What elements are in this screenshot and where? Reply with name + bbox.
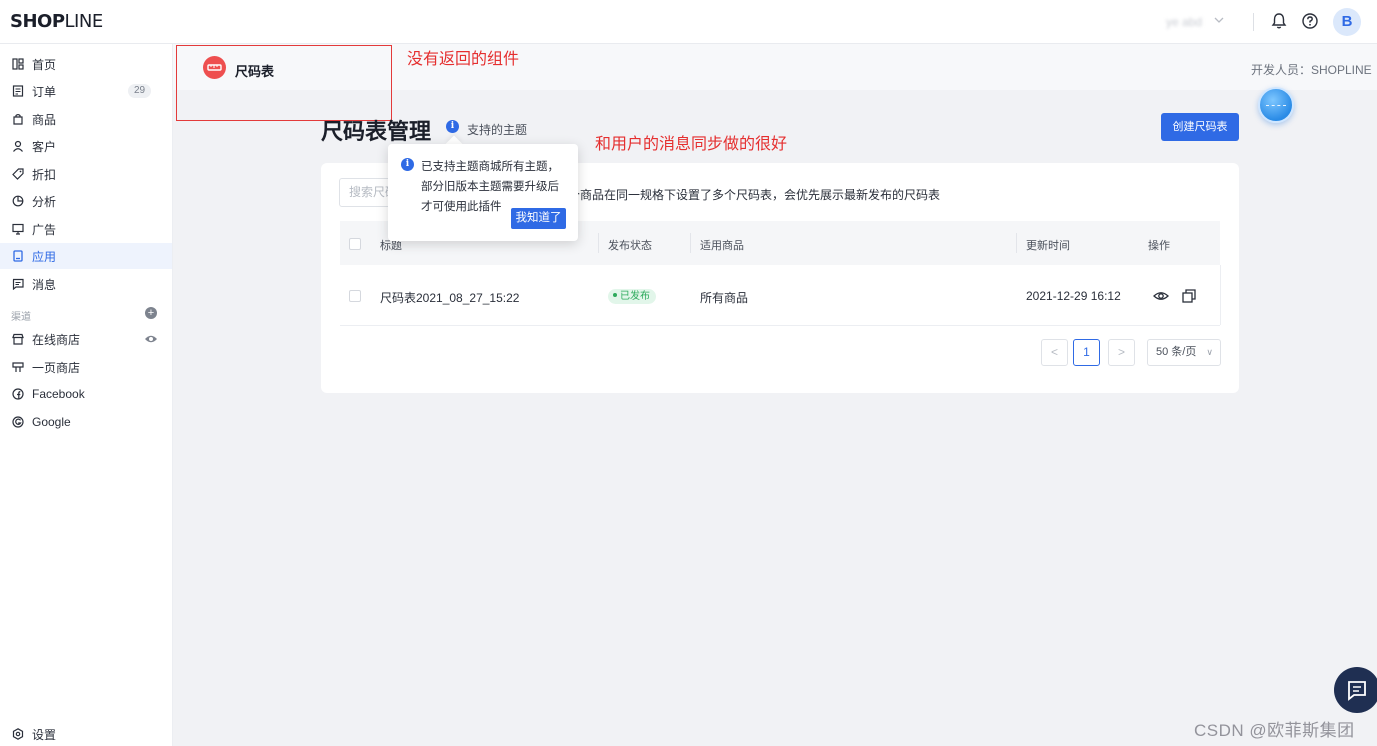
- analytics-icon: [12, 195, 24, 207]
- google-icon: [12, 416, 24, 428]
- sidebar-item-analytics[interactable]: 分析: [0, 188, 172, 214]
- customer-icon: [13, 140, 23, 152]
- sidebar-item-orders[interactable]: 订单 29: [0, 78, 172, 104]
- column-divider: [1016, 233, 1017, 253]
- chat-support-button[interactable]: [1334, 667, 1377, 713]
- size-chart-hint: 个商品在同一规格下设置了多个尺码表，会优先展示最新发布的尺码表: [568, 188, 941, 202]
- sidebar-item-messages[interactable]: 消息: [0, 271, 172, 297]
- sidebar-item-apps[interactable]: 应用: [0, 243, 172, 269]
- home-icon: [12, 58, 24, 70]
- sidebar-item-customers[interactable]: 客户: [0, 133, 172, 159]
- page-1-button[interactable]: 1: [1073, 339, 1100, 366]
- row-border: [1220, 265, 1221, 325]
- eye-icon[interactable]: [144, 333, 158, 345]
- help-icon[interactable]: [1301, 12, 1319, 30]
- product-icon: [13, 114, 23, 125]
- column-header-status: 发布状态: [608, 240, 652, 252]
- sidebar-item-label: Google: [32, 415, 71, 429]
- sidebar-item-label: 在线商店: [32, 332, 81, 347]
- got-it-button[interactable]: 我知道了: [511, 208, 566, 229]
- csdn-watermark: CSDN @欧菲斯集团: [1194, 721, 1355, 740]
- chevron-down-icon: ∨: [1206, 347, 1213, 357]
- avatar[interactable]: B: [1333, 8, 1361, 36]
- chat-icon: [1348, 681, 1366, 701]
- column-header-products: 适用商品: [700, 240, 744, 252]
- supported-themes-link[interactable]: 支持的主题: [467, 121, 527, 138]
- column-divider: [690, 233, 691, 253]
- developer-label: 开发人员：SHOPLINE: [1251, 63, 1372, 77]
- page-title: 尺码表管理: [321, 119, 432, 144]
- annotation-highlight-box: [176, 45, 392, 121]
- row-updated-time: 2021-12-29 16:12: [1026, 289, 1121, 303]
- select-all-checkbox[interactable]: [349, 238, 361, 250]
- row-divider: [340, 325, 1220, 326]
- row-checkbox[interactable]: [349, 290, 361, 302]
- row-products: 所有商品: [700, 291, 749, 305]
- column-divider: [598, 233, 599, 253]
- sidebar-item-label: 商品: [32, 112, 57, 127]
- sidebar-item-label: 设置: [32, 727, 57, 742]
- sidebar-item-discounts[interactable]: 折扣: [0, 161, 172, 187]
- facebook-icon: [12, 388, 24, 400]
- info-icon[interactable]: i: [446, 120, 459, 133]
- sidebar-item-ads[interactable]: 广告: [0, 216, 172, 242]
- orders-count-badge: 29: [128, 84, 152, 98]
- info-icon: i: [401, 158, 414, 171]
- page-size-select[interactable]: 50 条/页 ∨: [1147, 339, 1221, 366]
- sidebar-item-label: 首页: [32, 57, 57, 72]
- order-icon: [12, 85, 24, 97]
- create-size-chart-button[interactable]: 创建尺码表: [1161, 113, 1239, 141]
- annotation-sync: 和用户的消息同步做的很好: [595, 136, 788, 153]
- sidebar-item-label: 消息: [32, 277, 57, 292]
- settings-gear-icon: [12, 728, 24, 740]
- floating-assistant-ball[interactable]: [1258, 87, 1294, 123]
- one-page-store-icon: [12, 362, 24, 372]
- sidebar: 首页 订单 29 商品 客户 折扣 分析 广告 应用 消息 渠道 + 在线商店: [0, 44, 173, 746]
- sidebar-item-label: 广告: [32, 222, 57, 237]
- apps-icon: [13, 250, 23, 262]
- preview-eye-icon[interactable]: [1153, 288, 1169, 304]
- sidebar-item-label: Facebook: [32, 387, 85, 401]
- sidebar-item-label: 应用: [32, 249, 57, 264]
- channels-section-label: 渠道: [11, 312, 31, 323]
- discount-tag-icon: [12, 168, 24, 180]
- column-header-updated: 更新时间: [1026, 240, 1070, 252]
- header-divider: [1253, 13, 1254, 31]
- sidebar-item-google[interactable]: Google: [0, 409, 172, 435]
- copy-icon[interactable]: [1181, 288, 1197, 304]
- ads-icon: [12, 223, 24, 235]
- store-user-name[interactable]: ye abd: [1166, 15, 1202, 29]
- sidebar-item-label: 订单: [32, 84, 57, 99]
- status-badge: 已发布: [608, 289, 656, 304]
- sidebar-item-online-store[interactable]: 在线商店: [0, 326, 172, 352]
- chevron-down-icon[interactable]: [1214, 14, 1224, 26]
- top-bar: SHOPLINE ye abd B: [0, 0, 1377, 44]
- sidebar-item-settings[interactable]: 设置: [0, 721, 172, 746]
- sidebar-item-label: 一页商店: [32, 360, 81, 375]
- sidebar-item-home[interactable]: 首页: [0, 51, 172, 77]
- sidebar-item-label: 分析: [32, 194, 57, 209]
- bell-icon[interactable]: [1271, 12, 1287, 30]
- sidebar-item-label: 客户: [32, 139, 57, 154]
- add-channel-icon[interactable]: +: [145, 307, 157, 319]
- sidebar-item-products[interactable]: 商品: [0, 106, 172, 132]
- row-title[interactable]: 尺码表2021_08_27_15:22: [380, 289, 519, 306]
- next-page-button[interactable]: >: [1108, 339, 1135, 366]
- shopline-logo[interactable]: SHOPLINE: [10, 11, 103, 32]
- message-icon: [12, 278, 24, 290]
- sidebar-item-label: 折扣: [32, 167, 57, 182]
- column-header-actions: 操作: [1148, 240, 1170, 252]
- online-store-icon: [12, 333, 24, 345]
- sidebar-item-one-page-store[interactable]: 一页商店: [0, 354, 172, 380]
- annotation-no-back: 没有返回的组件: [407, 51, 520, 68]
- prev-page-button[interactable]: <: [1041, 339, 1068, 366]
- sidebar-item-facebook[interactable]: Facebook: [0, 381, 172, 407]
